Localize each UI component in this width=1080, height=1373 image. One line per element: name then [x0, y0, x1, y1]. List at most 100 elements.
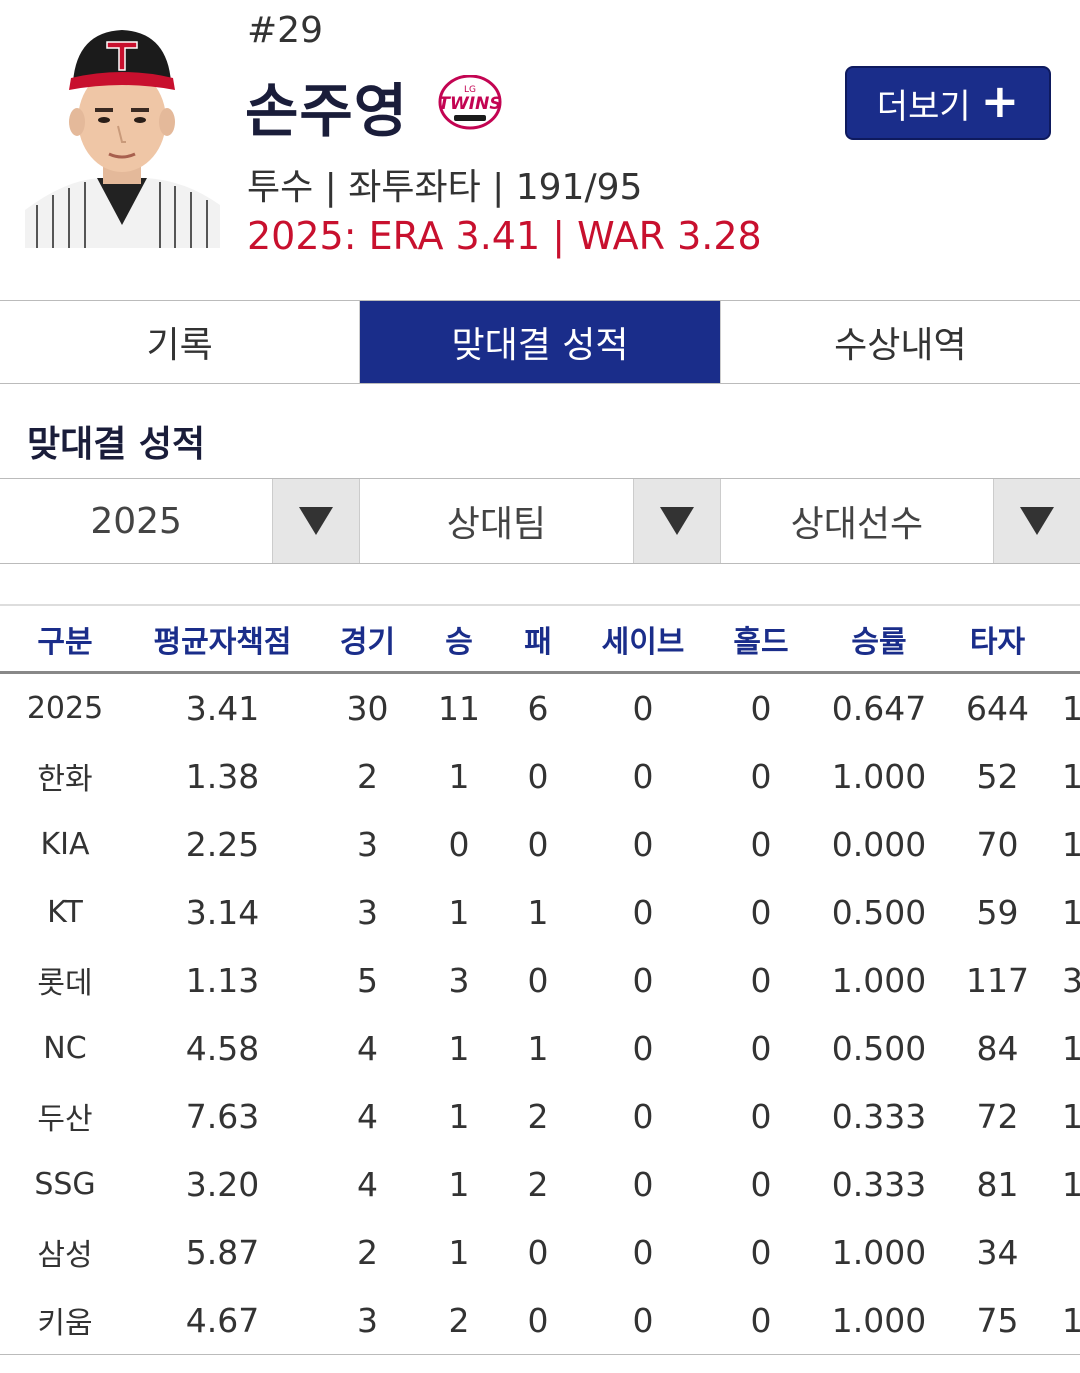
filter-bar: 2025 상대팀 상대선수	[0, 478, 1080, 564]
cell-win-pct: 1.000	[831, 1300, 927, 1340]
dropdown-arrow-icon[interactable]	[272, 479, 360, 563]
header-batters: 타자	[969, 624, 1026, 660]
player-number: #29	[247, 10, 323, 51]
cell-batters: 75	[976, 1300, 1019, 1340]
cell-batters: 81	[976, 1164, 1019, 1204]
cell-losses: 1	[527, 1028, 549, 1068]
player-profile: #29 손주영 LG TWINS 투수 | 좌투좌타 | 191/95 2025…	[0, 0, 1080, 300]
cell-partial-col: 1	[1062, 688, 1080, 728]
dropdown-arrow-icon[interactable]	[992, 479, 1080, 563]
cell-win-pct: 1.000	[831, 960, 927, 1000]
cell-era: 7.63	[185, 1096, 260, 1136]
cell-partial-col: 1	[1062, 756, 1080, 796]
cell-partial-col: 1	[1062, 1300, 1080, 1340]
cell-losses: 0	[527, 824, 549, 864]
cell-wins: 3	[448, 960, 470, 1000]
cell-holds: 0	[750, 824, 772, 864]
section-title: 맞대결 성적	[27, 424, 206, 465]
cell-holds: 0	[750, 1232, 772, 1272]
cell-row-label: 키움	[37, 1306, 93, 1341]
table-row: 삼성 5.87 2 1 0 0 0 1.000 34	[0, 1218, 1080, 1286]
cell-row-label: 한화	[37, 762, 93, 797]
cell-wins: 1	[448, 1232, 470, 1272]
cell-batters: 59	[976, 892, 1019, 932]
cell-losses: 0	[527, 756, 549, 796]
cell-holds: 0	[750, 756, 772, 796]
cell-games: 5	[357, 960, 378, 1000]
cell-win-pct: 1.000	[831, 756, 927, 796]
table-row: 롯데 1.13 5 3 0 0 0 1.000 117 3	[0, 946, 1080, 1014]
cell-row-label: NC	[43, 1030, 87, 1066]
cell-era: 1.38	[185, 756, 260, 796]
year-select-value: 2025	[90, 500, 182, 542]
season-summary: 2025: ERA 3.41 | WAR 3.28	[247, 214, 762, 258]
cell-row-label: 삼성	[37, 1238, 93, 1273]
opponent-team-select[interactable]: 상대팀	[360, 479, 721, 563]
tab-bar: 기록 맞대결 성적 수상내역	[0, 300, 1080, 384]
cell-wins: 2	[448, 1300, 470, 1340]
cell-era: 5.87	[185, 1232, 260, 1272]
cell-partial-col: 1	[1062, 1028, 1080, 1068]
cell-games: 4	[357, 1164, 378, 1204]
tab-awards[interactable]: 수상내역	[721, 301, 1080, 383]
cell-saves: 0	[632, 824, 654, 864]
cell-games: 2	[357, 756, 378, 796]
cell-saves: 0	[632, 1164, 654, 1204]
cell-batters: 72	[976, 1096, 1019, 1136]
cell-holds: 0	[750, 892, 772, 932]
cell-win-pct: 0.647	[831, 688, 927, 728]
cell-games: 3	[357, 892, 378, 932]
cell-saves: 0	[632, 1300, 654, 1340]
tab-records[interactable]: 기록	[0, 301, 361, 383]
opponent-team-select-value: 상대팀	[446, 504, 547, 545]
cell-era: 4.58	[185, 1028, 260, 1068]
cell-batters: 34	[976, 1232, 1019, 1272]
cell-wins: 1	[448, 892, 470, 932]
cell-saves: 0	[632, 1232, 654, 1272]
player-name: 손주영	[245, 77, 409, 145]
cell-era: 4.67	[185, 1300, 260, 1340]
cell-losses: 0	[527, 960, 549, 1000]
cell-win-pct: 0.000	[831, 824, 927, 864]
cell-saves: 0	[632, 1028, 654, 1068]
cell-saves: 0	[632, 960, 654, 1000]
cell-wins: 1	[448, 1028, 470, 1068]
cell-losses: 2	[527, 1096, 549, 1136]
cell-holds: 0	[750, 1164, 772, 1204]
year-select[interactable]: 2025	[0, 479, 361, 563]
cell-era: 3.14	[185, 892, 260, 932]
cell-games: 3	[357, 1300, 378, 1340]
table-row: NC 4.58 4 1 1 0 0 0.500 84 1	[0, 1014, 1080, 1082]
dropdown-arrow-icon[interactable]	[632, 479, 720, 563]
table-row: KT 3.14 3 1 1 0 0 0.500 59 1	[0, 878, 1080, 946]
cell-row-label: KIA	[40, 826, 90, 862]
cell-wins: 1	[448, 1164, 470, 1204]
cell-partial-col: 3	[1062, 960, 1080, 1000]
header-wins: 승	[445, 624, 473, 660]
header-games: 경기	[339, 624, 396, 660]
cell-row-label: SSG	[34, 1166, 96, 1202]
cell-era: 2.25	[185, 824, 260, 864]
opponent-player-select[interactable]: 상대선수	[721, 479, 1080, 563]
cell-losses: 2	[527, 1164, 549, 1204]
table-body: 2025 3.41 30 11 6 0 0 0.647 644 1 한화 1.38 2 1 0 0 0 1.000…	[0, 674, 1080, 1354]
table-row: KIA 2.25 3 0 0 0 0 0.000 70 1	[0, 810, 1080, 878]
cell-batters: 644	[966, 688, 1029, 728]
cell-batters: 117	[966, 960, 1029, 1000]
more-button[interactable]: 더보기 +	[845, 66, 1051, 140]
cell-holds: 0	[750, 1028, 772, 1068]
cell-losses: 6	[527, 688, 549, 728]
cell-row-label: 2025	[26, 690, 104, 726]
table-row: 두산 7.63 4 1 2 0 0 0.333 72 1	[0, 1082, 1080, 1150]
cell-holds: 0	[750, 960, 772, 1000]
header-win-pct: 승률	[851, 624, 907, 660]
more-button-label: 더보기	[876, 86, 971, 127]
cell-wins: 1	[448, 1096, 470, 1136]
svg-text:TWINS: TWINS	[438, 94, 501, 114]
cell-saves: 0	[632, 892, 654, 932]
opponent-player-select-value: 상대선수	[790, 504, 924, 545]
cell-wins: 0	[448, 824, 470, 864]
cell-row-label: 두산	[37, 1102, 93, 1137]
tab-head-to-head[interactable]: 맞대결 성적	[360, 301, 721, 383]
header-category: 구분	[37, 624, 93, 660]
